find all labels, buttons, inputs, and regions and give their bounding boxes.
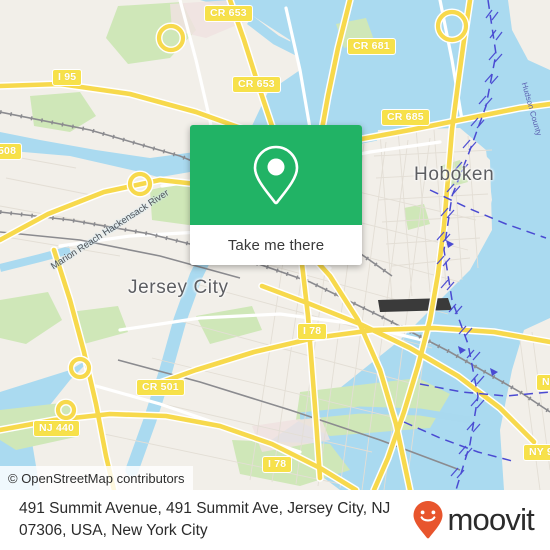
road-shield-i-95: I 95 xyxy=(52,69,83,86)
road-shield-i-78-upper: I 78 xyxy=(297,323,328,340)
road-shield-i-78-lower: I 78 xyxy=(262,456,293,473)
moovit-wordmark: moovit xyxy=(447,502,534,537)
osm-attribution-text: © OpenStreetMap contributors xyxy=(8,470,185,486)
map-pin-icon xyxy=(253,145,299,205)
road-shield-ny-9-lower: NY 9 xyxy=(523,444,550,461)
road-shield-cr-681: CR 681 xyxy=(347,38,396,55)
place-label-jersey-city: Jersey City xyxy=(128,277,229,298)
footer-bar: 491 Summit Avenue, 491 Summit Ave, Jerse… xyxy=(0,490,550,550)
road-shield-508: 508 xyxy=(0,143,23,160)
road-shield-cr-685: CR 685 xyxy=(381,109,430,126)
osm-attribution[interactable]: © OpenStreetMap contributors xyxy=(0,466,193,490)
moovit-smile-pin-icon xyxy=(413,501,443,539)
place-card-header xyxy=(190,125,362,225)
road-shield-cr-653-north: CR 653 xyxy=(204,5,253,22)
place-label-hoboken: Hoboken xyxy=(414,164,495,185)
map-screenshot: Jersey City Hoboken Marion Reach Hackens… xyxy=(0,0,550,550)
take-me-there-button[interactable]: Take me there xyxy=(228,237,324,254)
moovit-logo[interactable]: moovit xyxy=(412,500,550,540)
address-text: 491 Summit Avenue, 491 Summit Ave, Jerse… xyxy=(19,500,391,539)
road-shield-nj-440: NJ 440 xyxy=(33,420,81,437)
road-shield-cr-501: CR 501 xyxy=(136,379,185,396)
road-shield-cr-653-south: CR 653 xyxy=(232,76,281,93)
road-shield-ny-9-upper: NY 9 xyxy=(536,374,550,391)
place-card[interactable]: Take me there xyxy=(190,125,362,265)
place-card-action-bar[interactable]: Take me there xyxy=(190,225,362,265)
